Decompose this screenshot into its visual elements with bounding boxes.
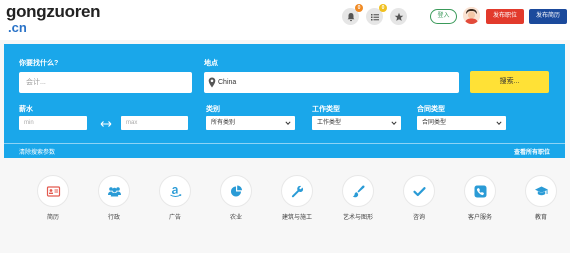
user-avatar-icon bbox=[463, 7, 480, 24]
keyword-search-input[interactable]: 会计... bbox=[19, 72, 192, 93]
category-icon-circle bbox=[403, 175, 435, 207]
bell-icon bbox=[347, 12, 354, 21]
category-label: 简历 bbox=[46, 215, 59, 221]
category-icon-circle bbox=[37, 175, 69, 207]
clear-search-link[interactable]: 清除搜索参数 bbox=[19, 147, 55, 156]
job-type-label: 工作类型 bbox=[312, 106, 340, 113]
category-label: 广告 bbox=[168, 215, 181, 221]
users-icon bbox=[107, 186, 121, 196]
category-label: 咨询 bbox=[412, 215, 425, 221]
category-icon-circle bbox=[159, 175, 191, 207]
view-all-jobs-link[interactable]: 查看所有职位 bbox=[514, 147, 550, 156]
panel-divider bbox=[4, 143, 565, 144]
category-item-consulting[interactable]: 咨询 bbox=[394, 175, 444, 221]
paintbrush-icon bbox=[352, 184, 365, 197]
contract-type-select[interactable]: 合同类型 bbox=[417, 116, 506, 130]
chevron-down-icon bbox=[285, 121, 291, 125]
category-item-education[interactable]: 教育 bbox=[516, 175, 566, 221]
category-label: 建筑与施工 bbox=[281, 215, 312, 221]
location-input[interactable]: China bbox=[204, 72, 459, 93]
post-job-button[interactable]: 发布职位 bbox=[486, 9, 524, 24]
check-icon bbox=[412, 186, 426, 196]
logo-main-text: gongzuoren bbox=[6, 2, 101, 21]
notifications-button[interactable]: 0 bbox=[342, 4, 363, 25]
logo-domain-text: .cn bbox=[8, 20, 27, 35]
location-label: 地点 bbox=[204, 60, 218, 67]
category-item-art[interactable]: 艺术与图形 bbox=[333, 175, 383, 221]
category-item-admin[interactable]: 行政 bbox=[89, 175, 139, 221]
saved-list-button[interactable]: 0 bbox=[366, 4, 387, 25]
chevron-down-icon bbox=[496, 121, 502, 125]
contract-type-select-value: 合同类型 bbox=[422, 120, 447, 126]
job-type-select[interactable]: 工作类型 bbox=[312, 116, 401, 130]
map-pin-icon bbox=[208, 77, 216, 88]
login-button[interactable]: 登入 bbox=[430, 9, 457, 24]
star-icon bbox=[394, 12, 403, 21]
job-type-select-value: 工作类型 bbox=[317, 120, 342, 126]
search-button[interactable]: 搜索... bbox=[470, 71, 549, 93]
category-select-value: 所有类别 bbox=[211, 120, 236, 126]
favorites-button[interactable] bbox=[390, 8, 407, 25]
category-icon-circle bbox=[281, 175, 313, 207]
page: gongzuoren .cn 0 0 登入 发布职位 发布简历 你要找什么? 会… bbox=[0, 0, 570, 253]
search-panel: 你要找什么? 会计... 地点 China 搜索... 薪水 min max 类… bbox=[4, 44, 565, 158]
category-icon-circle bbox=[464, 175, 496, 207]
category-label: 农业 bbox=[229, 215, 242, 221]
wrench-icon bbox=[291, 185, 303, 197]
category-item-construction[interactable]: 建筑与施工 bbox=[272, 175, 322, 221]
notification-count-badge: 0 bbox=[355, 4, 363, 12]
salary-max-input[interactable]: max bbox=[121, 116, 188, 130]
resume-icon bbox=[46, 185, 60, 197]
category-item-resume[interactable]: 简历 bbox=[28, 175, 78, 221]
what-label: 你要找什么? bbox=[19, 60, 59, 67]
category-icon-circle bbox=[220, 175, 252, 207]
category-item-agriculture[interactable]: 农业 bbox=[211, 175, 261, 221]
location-value: China bbox=[218, 79, 237, 86]
top-header: gongzuoren .cn 0 0 登入 发布职位 发布简历 bbox=[0, 0, 570, 40]
salary-label: 薪水 bbox=[19, 106, 33, 113]
avatar[interactable] bbox=[463, 7, 480, 24]
phone-icon bbox=[474, 185, 486, 197]
category-label: 艺术与图形 bbox=[342, 215, 373, 221]
category-label: 行政 bbox=[107, 215, 120, 221]
contract-type-label: 合同类型 bbox=[417, 106, 445, 113]
category-icon-circle bbox=[98, 175, 130, 207]
range-arrow-icon bbox=[100, 121, 112, 127]
category-item-customer-service[interactable]: 客户服务 bbox=[455, 175, 505, 221]
chevron-down-icon bbox=[391, 121, 397, 125]
list-icon bbox=[370, 13, 379, 20]
category-row: 简历 行政 广告 农业 建筑与施工 艺术与图形 咨询 客户服务 教育 bbox=[0, 175, 570, 235]
category-label: 教育 bbox=[534, 215, 547, 221]
pie-chart-icon bbox=[230, 185, 242, 196]
category-icon-circle bbox=[342, 175, 374, 207]
category-label: 类别 bbox=[206, 106, 220, 113]
site-logo[interactable]: gongzuoren .cn bbox=[6, 2, 101, 35]
category-label: 客户服务 bbox=[467, 215, 492, 221]
graduation-cap-icon bbox=[534, 186, 548, 195]
amazon-icon bbox=[169, 186, 181, 197]
category-select[interactable]: 所有类别 bbox=[206, 116, 295, 130]
post-resume-button[interactable]: 发布简历 bbox=[529, 9, 567, 24]
list-count-badge: 0 bbox=[379, 4, 387, 12]
category-item-advertising[interactable]: 广告 bbox=[150, 175, 200, 221]
category-icon-circle bbox=[525, 175, 557, 207]
salary-min-input[interactable]: min bbox=[19, 116, 87, 130]
